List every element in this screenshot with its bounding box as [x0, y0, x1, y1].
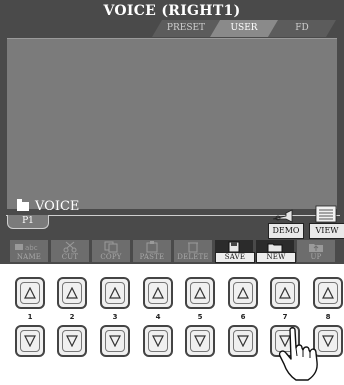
file-browser-area[interactable]	[7, 38, 337, 209]
paste-icon	[133, 240, 171, 253]
hw-down-button-1[interactable]	[15, 325, 45, 357]
up-label: UP	[297, 253, 335, 262]
triangle-up-icon	[194, 287, 206, 299]
triangle-down-icon	[24, 335, 36, 347]
triangle-up-icon	[322, 287, 334, 299]
hw-down-button-3[interactable]	[100, 325, 130, 357]
scissors-icon	[51, 240, 89, 253]
button-number-7: 7	[282, 313, 288, 321]
page-tab-p1[interactable]: P1	[7, 215, 49, 229]
cut-button[interactable]: CUT	[51, 240, 89, 262]
button-number-5: 5	[197, 313, 203, 321]
name-label: NAME	[10, 253, 48, 262]
button-number-3: 3	[112, 313, 118, 321]
name-icon: abc	[10, 240, 48, 253]
tab-preset[interactable]: PRESET	[152, 20, 220, 37]
triangle-down-icon	[152, 335, 164, 347]
triangle-up-icon	[24, 287, 36, 299]
copy-icon	[92, 240, 130, 253]
hw-down-button-5[interactable]	[185, 325, 215, 357]
save-label: SAVE	[215, 252, 255, 263]
triangle-up-icon	[66, 287, 78, 299]
triangle-down-icon	[109, 335, 121, 347]
hw-up-button-3[interactable]	[100, 277, 130, 309]
folder-icon	[17, 198, 29, 211]
tab-bar: PRESET USER FD	[162, 20, 336, 38]
button-number-6: 6	[240, 313, 246, 321]
copy-button[interactable]: COPY	[92, 240, 130, 262]
up-folder-icon	[297, 240, 335, 253]
hw-up-button-8[interactable]	[313, 277, 343, 309]
hw-up-button-5[interactable]	[185, 277, 215, 309]
triangle-up-icon	[279, 287, 291, 299]
hw-up-button-7[interactable]	[270, 277, 300, 309]
paste-label: PASTE	[133, 253, 171, 262]
save-button[interactable]: SAVE	[215, 240, 255, 263]
svg-text:abc: abc	[25, 244, 38, 252]
tab-fd[interactable]: FD	[268, 20, 336, 37]
tab-user[interactable]: USER	[210, 20, 278, 37]
hw-down-button-6[interactable]	[228, 325, 258, 357]
copy-label: COPY	[92, 253, 130, 262]
paste-button[interactable]: PASTE	[133, 240, 171, 262]
triangle-down-icon	[66, 335, 78, 347]
trash-icon	[174, 240, 212, 253]
hw-up-button-1[interactable]	[15, 277, 45, 309]
lcd-screen: VOICE (RIGHT1) PRESET USER FD VOICE P1 D…	[0, 0, 344, 264]
list-view-icon	[315, 205, 337, 223]
triangle-up-icon	[237, 287, 249, 299]
triangle-up-icon	[109, 287, 121, 299]
button-number-2: 2	[69, 313, 75, 321]
cut-label: CUT	[51, 253, 89, 262]
new-button[interactable]: NEW	[256, 240, 296, 263]
hw-up-button-6[interactable]	[228, 277, 258, 309]
button-number-4: 4	[155, 313, 161, 321]
folder-label: VOICE	[35, 198, 80, 214]
function-button-row: abc NAME CUT COPY PASTE DELETE SAVE NEW …	[10, 240, 340, 263]
hw-up-button-4[interactable]	[143, 277, 173, 309]
hand-pointer-icon	[278, 327, 318, 381]
screen-title: VOICE (RIGHT1)	[103, 3, 241, 19]
hw-up-button-2[interactable]	[57, 277, 87, 309]
button-number-8: 8	[325, 313, 331, 321]
demo-button[interactable]: DEMO	[268, 223, 304, 239]
triangle-down-icon	[237, 335, 249, 347]
view-button[interactable]: VIEW	[309, 223, 344, 239]
new-label: NEW	[256, 252, 296, 263]
current-folder: VOICE	[17, 198, 79, 214]
triangle-up-icon	[152, 287, 164, 299]
triangle-down-icon	[194, 335, 206, 347]
up-button[interactable]: UP	[297, 240, 335, 262]
button-number-1: 1	[27, 313, 33, 321]
name-button[interactable]: abc NAME	[10, 240, 48, 262]
hw-down-button-2[interactable]	[57, 325, 87, 357]
delete-button[interactable]: DELETE	[174, 240, 212, 262]
hw-down-button-4[interactable]	[143, 325, 173, 357]
delete-label: DELETE	[174, 253, 212, 262]
